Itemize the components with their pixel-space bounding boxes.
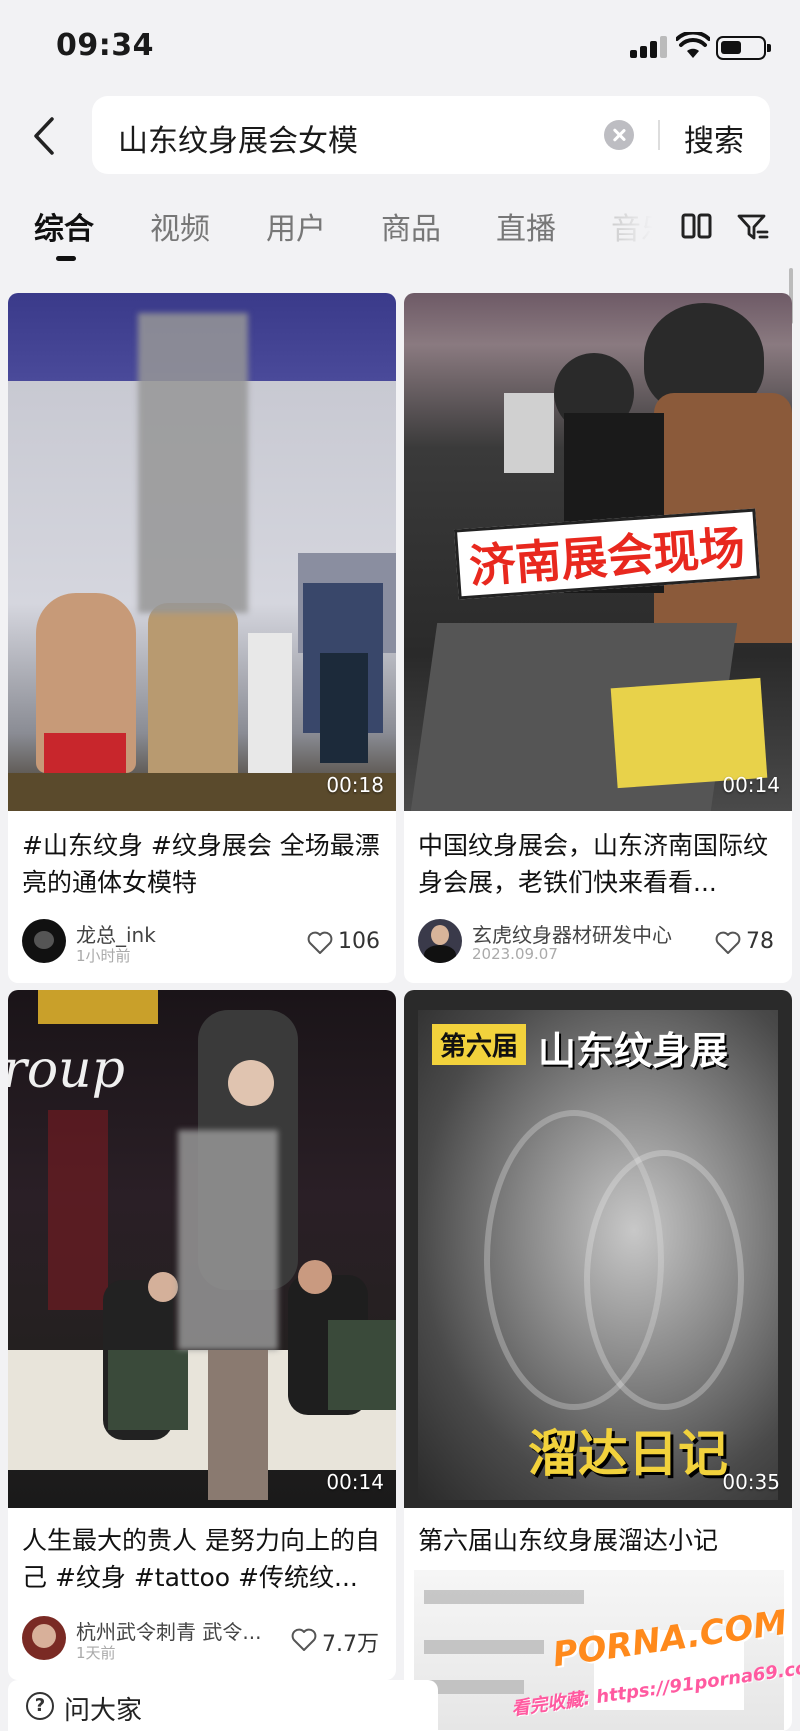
video-thumbnail[interactable]: 济南展会现场 00:14 xyxy=(404,293,792,811)
filter-tabs: 综合 视频 用户 商品 直播 音乐 xyxy=(0,196,800,266)
status-bar: 09:34 xyxy=(0,0,800,96)
tab-users[interactable]: 用户 xyxy=(266,204,326,248)
heart-icon[interactable] xyxy=(715,931,741,955)
back-button[interactable] xyxy=(24,112,64,160)
battery-icon xyxy=(716,36,771,60)
video-overlay-text: 第六届 xyxy=(432,1024,527,1065)
video-duration: 00:35 xyxy=(722,1470,780,1494)
divider xyxy=(658,120,660,150)
video-duration: 00:14 xyxy=(326,1470,384,1494)
author-name[interactable]: 龙总_ink xyxy=(76,919,156,948)
author-name[interactable]: 玄虎纹身器材研发中心 xyxy=(472,919,672,948)
avatar[interactable] xyxy=(418,919,462,963)
video-card[interactable]: 济南展会现场 00:14 中国纹身展会，山东济南国际纹身会展，老铁们快来看看..… xyxy=(404,293,792,983)
blurred-region xyxy=(138,313,248,613)
search-bar[interactable]: 山东纹身展会女模 搜索 xyxy=(92,96,770,174)
like-count: 78 xyxy=(746,929,774,954)
tab-comprehensive[interactable]: 综合 xyxy=(34,204,94,248)
card-title[interactable]: 第六届山东纹身展溜达小记 xyxy=(418,1522,784,1562)
clear-search-icon[interactable] xyxy=(604,120,634,150)
ask-everyone-entry[interactable]: ? 问大家 xyxy=(8,1680,438,1731)
blurred-region xyxy=(178,1130,278,1350)
tab-products[interactable]: 商品 xyxy=(381,204,441,248)
video-thumbnail[interactable]: 00:18 xyxy=(8,293,396,811)
search-button[interactable]: 搜索 xyxy=(684,116,744,160)
avatar[interactable] xyxy=(22,919,66,963)
status-time: 09:34 xyxy=(56,28,154,63)
like-count: 106 xyxy=(338,929,380,954)
video-duration: 00:14 xyxy=(722,773,780,797)
wifi-icon xyxy=(676,32,710,58)
active-tab-indicator xyxy=(56,256,76,261)
video-card[interactable]: roup 00:14 人生最大的贵人 是努力向上的自己 #纹身 #tattoo … xyxy=(8,990,396,1680)
card-title[interactable]: #山东纹身 #纹身展会 全场最漂亮的通体女模特 xyxy=(22,827,388,903)
video-overlay-text: roup xyxy=(8,1040,125,1100)
filter-icon[interactable] xyxy=(736,212,770,242)
video-overlay-text: 山东纹身展 xyxy=(538,1029,729,1073)
ask-everyone-label: 问大家 xyxy=(64,1696,143,1726)
like-count: 7.7万 xyxy=(322,1632,379,1657)
heart-icon[interactable] xyxy=(307,931,333,955)
avatar[interactable] xyxy=(22,1616,66,1660)
tab-live[interactable]: 直播 xyxy=(496,204,556,248)
post-time: 1小时前 xyxy=(76,947,131,965)
post-time: 2023.09.07 xyxy=(472,945,558,963)
heart-icon[interactable] xyxy=(291,1628,317,1652)
author-name[interactable]: 杭州武令刺青 武令... xyxy=(76,1616,261,1645)
card-title[interactable]: 人生最大的贵人 是努力向上的自己 #纹身 #tattoo #传统纹... xyxy=(22,1522,388,1598)
video-overlay-text: 溜达日记 xyxy=(528,1425,728,1483)
video-thumbnail[interactable]: roup 00:14 xyxy=(8,990,396,1508)
search-input[interactable]: 山东纹身展会女模 xyxy=(118,116,358,160)
question-icon: ? xyxy=(26,1692,54,1720)
card-title[interactable]: 中国纹身展会，山东济南国际纹身会展，老铁们快来看看... xyxy=(418,827,784,903)
video-thumbnail[interactable]: 第六届 山东纹身展 溜达日记 00:35 xyxy=(404,990,792,1508)
post-time: 1天前 xyxy=(76,1644,116,1662)
video-card[interactable]: 00:18 #山东纹身 #纹身展会 全场最漂亮的通体女模特 龙总_ink 1小时… xyxy=(8,293,396,983)
layout-toggle-icon[interactable] xyxy=(680,212,714,242)
cellular-signal-icon xyxy=(630,36,670,58)
chevron-left-icon xyxy=(34,117,54,155)
watermark: PORNA.COM 看完收藏: https://91porna69.com xyxy=(510,1602,800,1720)
tab-video[interactable]: 视频 xyxy=(150,204,210,248)
video-duration: 00:18 xyxy=(326,773,384,797)
